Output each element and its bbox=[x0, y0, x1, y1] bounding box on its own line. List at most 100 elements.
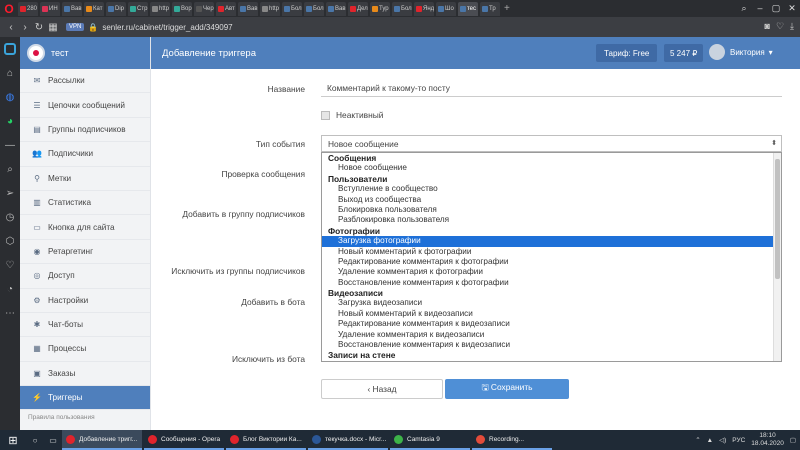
camera-icon[interactable]: ◙ bbox=[765, 21, 770, 32]
browser-tab[interactable]: Вав bbox=[326, 1, 346, 16]
browser-tab[interactable]: тес bbox=[458, 1, 478, 16]
inactive-checkbox[interactable] bbox=[321, 110, 330, 120]
messenger-icon[interactable]: ◍ bbox=[0, 85, 20, 109]
more-icon[interactable]: ⋯ bbox=[0, 301, 20, 325]
browser-tab[interactable]: Янд bbox=[414, 1, 434, 16]
save-button[interactable]: 🖫 Сохранить bbox=[445, 379, 569, 399]
sidebar-item[interactable]: ⚡ Триггеры bbox=[20, 386, 150, 411]
name-input[interactable]: Комментарий к такому-то посту bbox=[321, 79, 782, 97]
browser-tab[interactable]: Бол bbox=[304, 1, 324, 16]
back-button[interactable]: ‹ Назад bbox=[321, 379, 443, 399]
dropdown-option[interactable]: Новый комментарий к фотографии bbox=[322, 247, 774, 257]
speed-dial-sidebar-icon[interactable] bbox=[0, 37, 20, 61]
cube-icon[interactable]: ⬡ bbox=[0, 229, 20, 253]
dropdown-option[interactable]: Вступление в сообщество bbox=[322, 184, 774, 194]
minimize-icon[interactable]: – bbox=[752, 0, 768, 17]
dropdown-option[interactable]: Выход из сообщества bbox=[322, 195, 774, 205]
header-user[interactable]: Виктория ▾ bbox=[709, 44, 773, 60]
search-taskbar-icon[interactable]: ○ bbox=[26, 430, 44, 450]
sidebar-item[interactable]: ⚙ Настройки bbox=[20, 289, 150, 313]
inactive-row[interactable]: Неактивный bbox=[321, 110, 383, 120]
forward-arrow-icon[interactable]: › bbox=[18, 22, 32, 33]
browser-tab[interactable]: Шо bbox=[436, 1, 456, 16]
browser-tab[interactable]: Авт bbox=[216, 1, 236, 16]
scrollbar-thumb[interactable] bbox=[775, 159, 780, 279]
windows-start-icon[interactable]: ⊞ bbox=[0, 430, 26, 450]
notifications-icon[interactable]: ▢ bbox=[790, 436, 796, 444]
event-type-dropdown[interactable]: Сообщения Новое сообщение Пользователи Всту… bbox=[321, 152, 782, 362]
url-text[interactable]: senler.ru/cabinet/trigger_add/349097 bbox=[102, 23, 232, 32]
dropdown-option[interactable]: Удаление комментария к видеозаписи bbox=[322, 330, 774, 340]
browser-tab[interactable]: Чер bbox=[194, 1, 214, 16]
task-view-icon[interactable]: ▭ bbox=[44, 430, 62, 450]
browser-tab[interactable]: Кат bbox=[84, 1, 104, 16]
dropdown-option[interactable]: Блокировка пользователя bbox=[322, 205, 774, 215]
browser-tab[interactable]: Dip bbox=[106, 1, 126, 16]
browser-tab[interactable]: Бол bbox=[392, 1, 412, 16]
sidebar-item[interactable]: ⚲ Метки bbox=[20, 167, 150, 191]
sidebar-item[interactable]: ▥ Статистика bbox=[20, 191, 150, 216]
browser-tab[interactable]: Вав bbox=[238, 1, 258, 16]
send-icon[interactable]: ➢ bbox=[0, 181, 20, 205]
dropdown-option[interactable]: Новое сообщение bbox=[322, 163, 774, 173]
taskbar-app[interactable]: Блог Виктории Ка... bbox=[226, 430, 306, 450]
sidebar-item[interactable]: ▭ Кнопка для сайта bbox=[20, 215, 150, 240]
reload-icon[interactable]: ↻ bbox=[32, 22, 46, 33]
sidebar-item[interactable]: ✱ Чат-боты bbox=[20, 313, 150, 338]
dropdown-option[interactable]: Восстановление комментария к фотографии bbox=[322, 278, 774, 288]
sidebar-item[interactable]: ◉ Ретаргетинг bbox=[20, 240, 150, 265]
sidebar-item[interactable]: 👥 Подписчики bbox=[20, 142, 150, 167]
dropdown-option[interactable]: Загрузка фотографии bbox=[322, 236, 774, 247]
browser-tab[interactable]: Тр bbox=[480, 1, 500, 16]
user-block[interactable]: тест bbox=[20, 37, 150, 69]
opera-logo-icon[interactable]: O bbox=[0, 0, 18, 17]
tray-up-icon[interactable]: ⌃ bbox=[695, 436, 700, 444]
download-icon[interactable]: ⤓ bbox=[790, 21, 794, 32]
sidebar-item[interactable]: ▤ Группы подписчиков bbox=[20, 118, 150, 143]
dropdown-scrollbar[interactable] bbox=[773, 153, 781, 361]
network-icon[interactable]: ▲ bbox=[707, 437, 713, 444]
dropdown-option[interactable]: Удаление комментария к фотографии bbox=[322, 267, 774, 277]
taskbar-app[interactable]: Сообщения - Opera bbox=[144, 430, 224, 450]
browser-tab[interactable]: Вор bbox=[172, 1, 192, 16]
speed-dial-icon[interactable]: ▦ bbox=[46, 22, 60, 33]
browser-tab[interactable]: Дел bbox=[348, 1, 368, 16]
browser-tab[interactable]: Стр bbox=[128, 1, 148, 16]
history-icon[interactable]: ◔ bbox=[0, 277, 20, 301]
search-tabs-icon[interactable]: ⌕ bbox=[736, 0, 752, 17]
taskbar-app[interactable]: Recording... bbox=[472, 430, 552, 450]
whatsapp-icon[interactable]: ◕ bbox=[0, 109, 20, 133]
sidebar-item[interactable]: ◎ Доступ bbox=[20, 264, 150, 289]
dropdown-option[interactable]: Редактирование комментария к видеозаписи bbox=[322, 319, 774, 329]
browser-tab[interactable]: Бол bbox=[282, 1, 302, 16]
heart-sidebar-icon[interactable]: ♡ bbox=[0, 253, 20, 277]
heart-icon[interactable]: ♡ bbox=[776, 21, 784, 32]
taskbar-app[interactable]: Camtasia 9 bbox=[390, 430, 470, 450]
browser-tab[interactable]: Тур bbox=[370, 1, 390, 16]
maximize-icon[interactable]: ▢ bbox=[768, 0, 784, 17]
vpn-badge[interactable]: VPN bbox=[66, 23, 85, 31]
dropdown-option[interactable]: Загрузка видеозаписи bbox=[322, 298, 774, 308]
taskbar-app[interactable]: Добавление тригг... bbox=[62, 430, 142, 450]
dropdown-option[interactable]: Редактирование комментария к фотографии bbox=[322, 257, 774, 267]
browser-tab[interactable]: http bbox=[150, 1, 170, 16]
close-icon[interactable]: ✕ bbox=[784, 0, 800, 17]
dropdown-option[interactable]: Восстановление комментария к видеозаписи bbox=[322, 340, 774, 350]
new-tab-icon[interactable]: + bbox=[504, 3, 514, 14]
language-indicator[interactable]: РУС bbox=[732, 437, 745, 444]
browser-tab[interactable]: 280 bbox=[18, 1, 38, 16]
volume-icon[interactable]: ◁) bbox=[719, 436, 726, 444]
dropdown-option[interactable]: Новый комментарий к видеозаписи bbox=[322, 309, 774, 319]
tariff-badge[interactable]: Тариф: Free bbox=[596, 44, 658, 62]
clock-icon[interactable]: ◷ bbox=[0, 205, 20, 229]
taskbar-app[interactable]: текучка.docx - Micr... bbox=[308, 430, 388, 450]
balance-badge[interactable]: 5 247 ₽ bbox=[664, 44, 704, 62]
sidebar-item[interactable]: ✉ Рассылки bbox=[20, 69, 150, 94]
browser-tab[interactable]: ИН bbox=[40, 1, 60, 16]
back-arrow-icon[interactable]: ‹ bbox=[4, 22, 18, 33]
sidebar-item[interactable]: ▣ Заказы bbox=[20, 362, 150, 387]
terms-link[interactable]: Правила пользования bbox=[20, 410, 150, 425]
search-icon[interactable]: ⌕ bbox=[0, 157, 20, 181]
sidebar-item[interactable]: ☰ Цепочки сообщений bbox=[20, 93, 150, 118]
home-icon[interactable]: ⌂ bbox=[0, 61, 20, 85]
